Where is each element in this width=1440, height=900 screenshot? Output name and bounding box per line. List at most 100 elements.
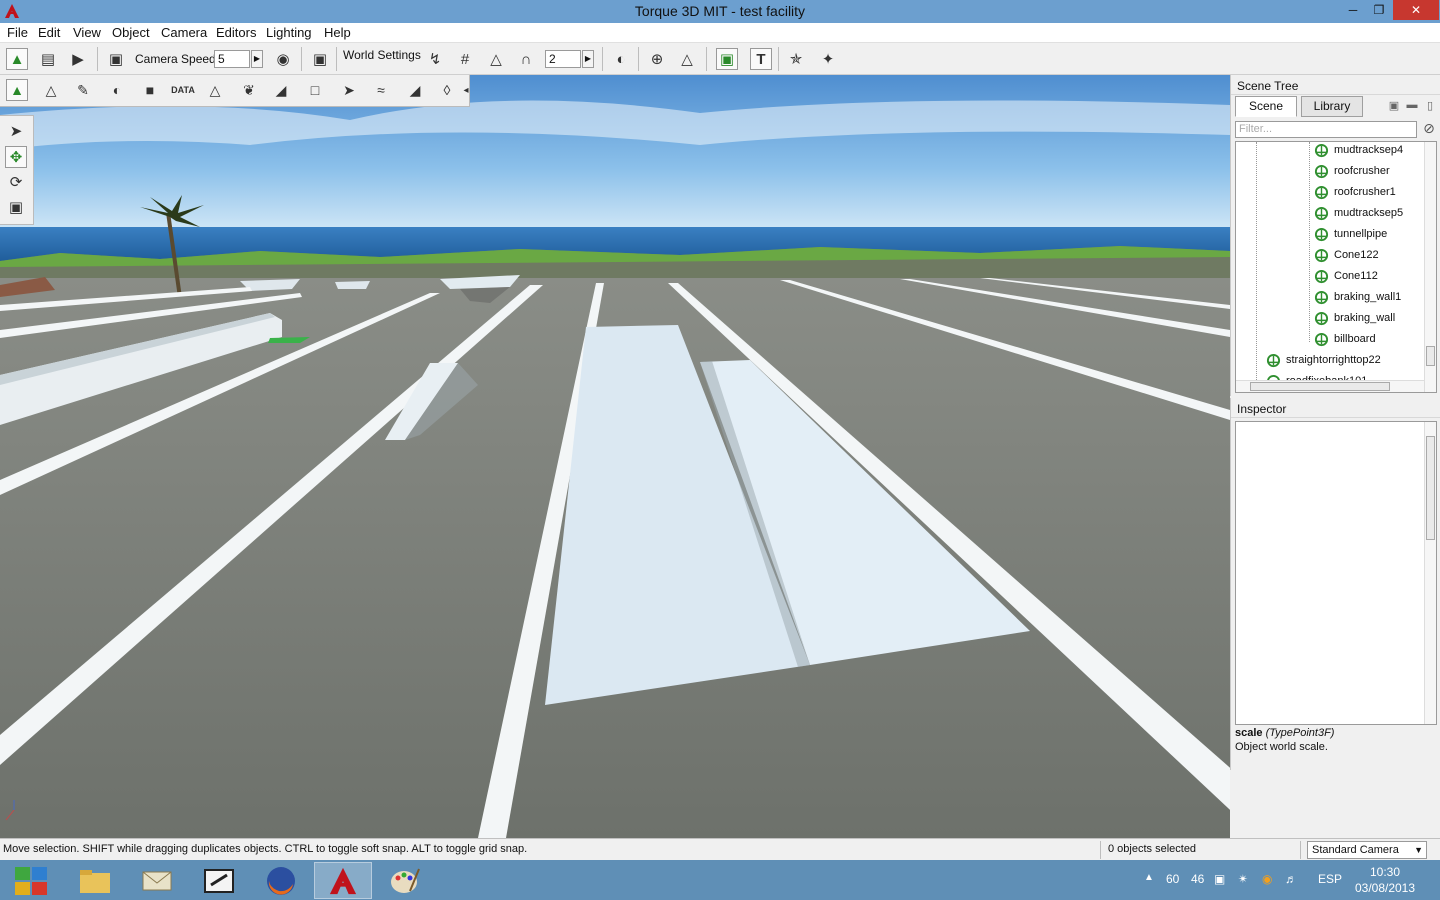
grid-size-arrow[interactable]: ▶	[582, 50, 594, 68]
road-editor-icon[interactable]: ➤	[338, 79, 360, 101]
material-editor-icon[interactable]: ■	[139, 79, 161, 101]
tree-item[interactable]: braking_wall1	[1314, 287, 1401, 308]
taskbar-mail[interactable]	[128, 862, 186, 899]
drop-object-icon[interactable]: △	[676, 48, 698, 70]
grid-icon[interactable]: #	[454, 48, 476, 70]
particle-editor-icon[interactable]: △	[204, 79, 226, 101]
world-settings-label[interactable]: World Settings	[343, 48, 421, 62]
tree-item[interactable]: mudtracksep5	[1314, 203, 1403, 224]
taskbar-explorer[interactable]	[66, 862, 124, 899]
speaker-icon[interactable]: ♬	[1285, 872, 1297, 886]
language-indicator[interactable]: ESP	[1318, 872, 1342, 886]
river-editor-icon[interactable]: ≈	[370, 79, 392, 101]
text-label-icon[interactable]: T	[750, 48, 772, 70]
tree-item[interactable]: billboard	[1314, 329, 1376, 350]
collapse-toolbar-icon[interactable]: ◂	[462, 79, 470, 101]
menu-object[interactable]: Object	[112, 25, 150, 40]
tree-item[interactable]: roofcrusher	[1314, 161, 1390, 182]
decal-editor-icon[interactable]: ❦	[238, 79, 260, 101]
scale-tool-icon[interactable]: ▣	[5, 196, 27, 218]
scroll-thumb[interactable]	[1250, 382, 1390, 391]
menu-camera[interactable]: Camera	[161, 25, 207, 40]
toolbar-separator	[706, 47, 707, 71]
taskbar-torque[interactable]	[314, 862, 372, 899]
terrain-editor-icon[interactable]: △	[40, 79, 62, 101]
menu-file[interactable]: File	[7, 25, 28, 40]
tree-item-group[interactable]: straightorrighttop22	[1266, 350, 1381, 371]
tree-item[interactable]: Cone122	[1314, 245, 1379, 266]
tree-vertical-scrollbar[interactable]	[1424, 142, 1436, 392]
navmesh-editor-icon[interactable]: ◢	[404, 79, 426, 101]
tab-scene[interactable]: Scene	[1235, 96, 1297, 117]
camera-speed-arrow[interactable]: ▶	[251, 50, 263, 68]
fit-view-icon[interactable]: ▣	[309, 48, 331, 70]
filter-input[interactable]: Filter...	[1235, 121, 1417, 138]
tree-item[interactable]: Cone112	[1314, 266, 1378, 287]
grid-size-field[interactable]: 2	[545, 50, 581, 68]
tree-item[interactable]: braking_wall	[1314, 308, 1395, 329]
3d-viewport[interactable]	[0, 75, 1230, 838]
terrain-snap-icon[interactable]: △	[485, 48, 507, 70]
object-editor-icon[interactable]: ▲	[6, 79, 28, 101]
datablock-editor-icon[interactable]: DATA	[171, 79, 195, 101]
tray-network-icon[interactable]: ✴	[1238, 872, 1248, 886]
rotate-tool-icon[interactable]: ⟳	[5, 171, 27, 193]
menu-view[interactable]: View	[73, 25, 101, 40]
scene-tree-list[interactable]: mudtracksep4 roofcrusher roofcrusher1 mu…	[1235, 141, 1437, 393]
play-icon[interactable]: ▶	[67, 48, 89, 70]
tree-item[interactable]: roofcrusher1	[1314, 182, 1396, 203]
world-editor-icon[interactable]: ▲	[6, 48, 28, 70]
taskbar-app[interactable]	[190, 862, 248, 899]
camera-speed-label: Camera Speed	[135, 52, 216, 66]
bounds-center-icon[interactable]: ⊕	[646, 48, 668, 70]
tab-library[interactable]: Library	[1301, 96, 1363, 117]
shadows-icon[interactable]: ✦	[817, 48, 839, 70]
gui-editor-icon[interactable]: ▤	[37, 48, 59, 70]
inspector-scrollbar[interactable]	[1424, 422, 1436, 724]
object-node-icon	[1314, 311, 1329, 326]
toolbar-separator	[301, 47, 302, 71]
object-snap-icon[interactable]: ◐	[610, 48, 632, 70]
camera-mode-select[interactable]: Standard Camera ▼	[1307, 841, 1427, 859]
sky-editor-icon[interactable]: ◐	[106, 79, 128, 101]
tree-horizontal-scrollbar[interactable]	[1236, 380, 1424, 392]
new-folder-icon[interactable]: ▬	[1405, 99, 1419, 113]
forest-editor-icon[interactable]: ◢	[270, 79, 292, 101]
camera-mode-value: Standard Camera	[1312, 844, 1399, 856]
tree-item[interactable]: tunnellpipe	[1314, 224, 1387, 245]
menu-lighting[interactable]: Lighting	[266, 25, 312, 40]
move-tool-icon[interactable]: ✥	[5, 146, 27, 168]
camera-speed-field[interactable]: 5	[214, 50, 250, 68]
maximize-button[interactable]: ❐	[1366, 0, 1392, 20]
inspector-properties[interactable]	[1235, 421, 1437, 725]
menu-edit[interactable]: Edit	[38, 25, 60, 40]
tree-item[interactable]: mudtracksep4	[1314, 142, 1403, 161]
visibility-eye-icon[interactable]: ◉	[272, 48, 294, 70]
shape-editor-icon[interactable]: ◊	[436, 79, 458, 101]
camera-icon[interactable]: ▣	[105, 48, 127, 70]
start-button[interactable]	[2, 862, 60, 899]
menu-editors[interactable]: Editors	[216, 25, 256, 40]
scroll-thumb[interactable]	[1426, 346, 1435, 366]
tray-monitor-icon[interactable]: ▣	[1214, 872, 1225, 886]
scroll-thumb[interactable]	[1426, 436, 1435, 540]
taskbar-firefox[interactable]	[252, 862, 310, 899]
lock-icon[interactable]: ▣	[1387, 99, 1401, 113]
tray-update-icon[interactable]: ◉	[1262, 872, 1272, 886]
show-hidden-icons[interactable]: ▲	[1144, 872, 1154, 883]
clock[interactable]: 10:30 03/08/2013	[1352, 864, 1418, 896]
lighting-icon[interactable]: ✯	[785, 48, 807, 70]
terrain-painter-icon[interactable]: ✎	[72, 79, 94, 101]
clear-filter-icon[interactable]: ⊘	[1421, 121, 1437, 137]
minimize-button[interactable]: ─	[1340, 0, 1366, 20]
paint-palette-icon	[391, 868, 420, 893]
taskbar-paint[interactable]	[376, 862, 434, 899]
delete-icon[interactable]: ▯	[1423, 99, 1437, 113]
snap-icon[interactable]: ↯	[424, 48, 446, 70]
select-arrow-icon[interactable]: ➤	[5, 120, 27, 142]
close-button[interactable]: ✕	[1393, 0, 1439, 20]
magnet-icon[interactable]: ∩	[515, 48, 537, 70]
mesh-road-editor-icon[interactable]: □	[304, 79, 326, 101]
menu-help[interactable]: Help	[324, 25, 351, 40]
select-box-icon[interactable]: ▣	[716, 48, 738, 70]
